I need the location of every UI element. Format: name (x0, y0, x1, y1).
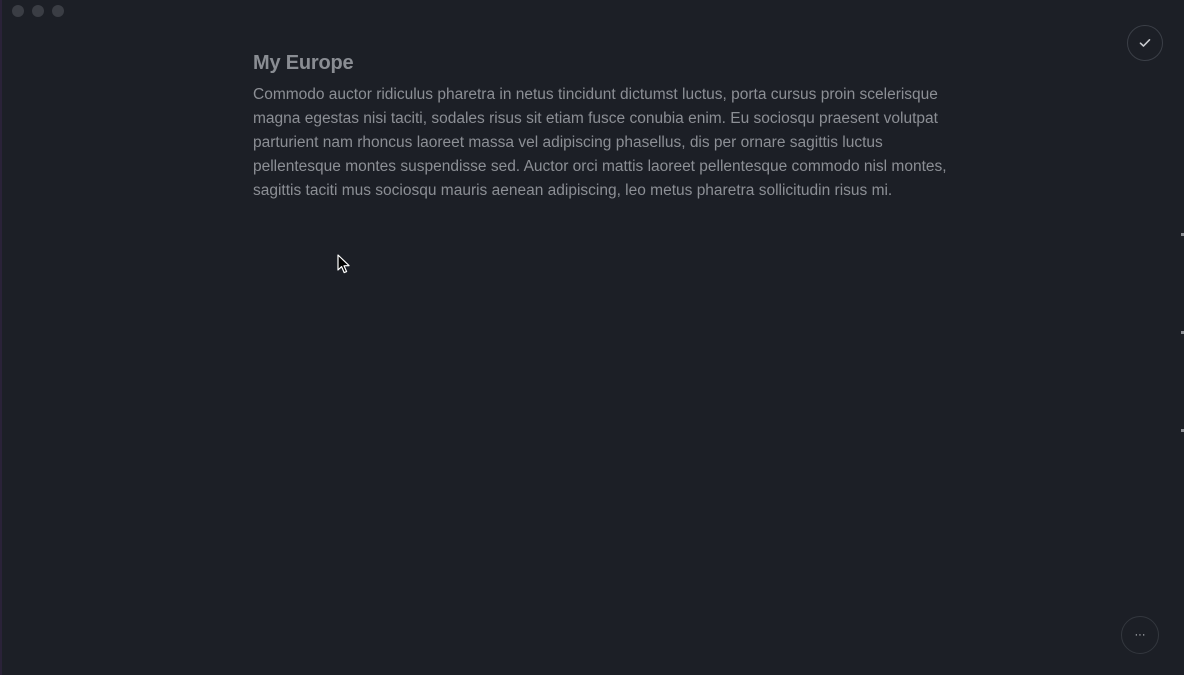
close-window-button[interactable] (12, 5, 24, 17)
note-title[interactable]: My Europe (253, 49, 953, 77)
minimize-window-button[interactable] (32, 5, 44, 17)
checkmark-icon (1139, 39, 1151, 47)
mouse-pointer-icon (337, 254, 351, 279)
ellipsis-icon: ··· (1134, 628, 1146, 641)
more-options-button[interactable]: ··· (1121, 616, 1159, 654)
window-controls (12, 5, 64, 17)
note-content[interactable]: My Europe Commodo auctor ridiculus phare… (253, 49, 953, 203)
zoom-window-button[interactable] (52, 5, 64, 17)
note-body[interactable]: Commodo auctor ridiculus pharetra in net… (253, 83, 953, 203)
done-button[interactable] (1127, 25, 1163, 61)
note-editor-window: My Europe Commodo auctor ridiculus phare… (0, 0, 1184, 675)
